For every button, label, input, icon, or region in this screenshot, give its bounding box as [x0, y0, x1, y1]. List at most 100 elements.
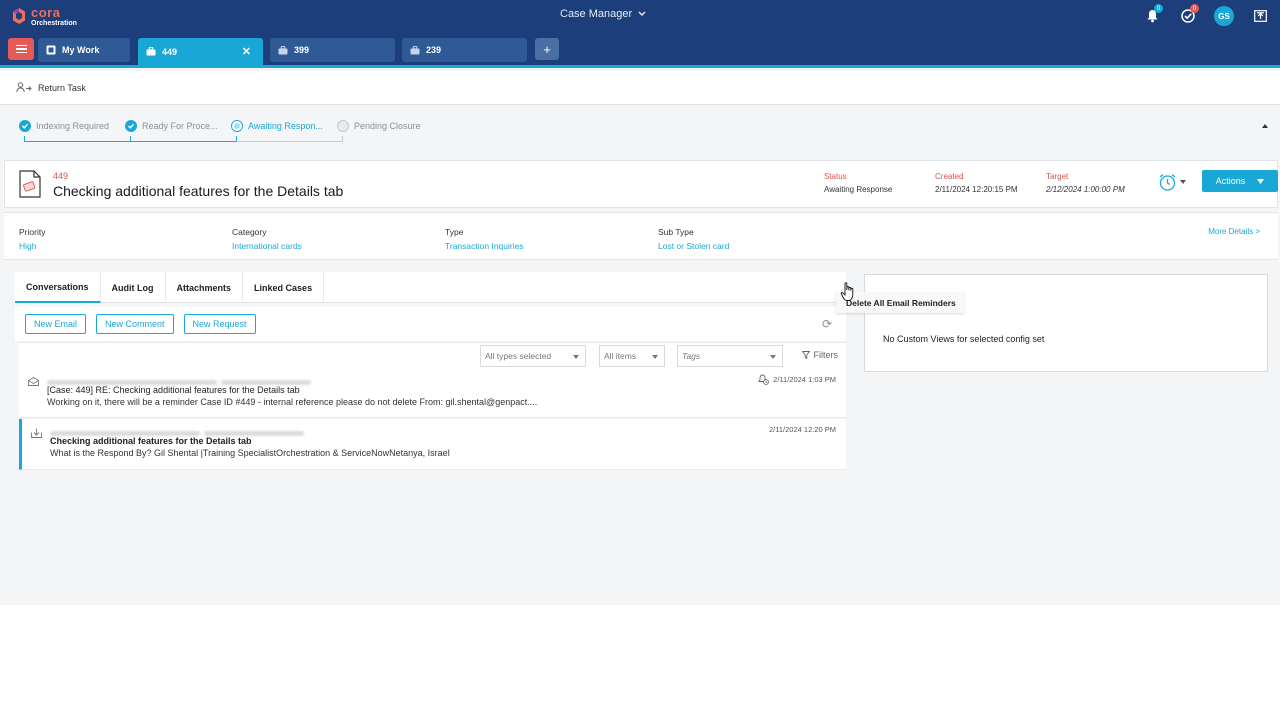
- subtype-label: Sub Type: [658, 227, 694, 237]
- tab-attachments[interactable]: Attachments: [166, 272, 244, 303]
- items-filter-select[interactable]: All items: [599, 345, 665, 367]
- conversation-toolbar: New Email New Comment New Request ⟳: [15, 307, 846, 341]
- sla-timer-button[interactable]: [1158, 173, 1186, 191]
- tab-case-239[interactable]: 239: [402, 38, 527, 62]
- upload-box-icon: [1253, 10, 1267, 22]
- status-stepper: Indexing Required Ready For Proce... Awa…: [0, 106, 1280, 158]
- status-value: Awaiting Response: [824, 185, 893, 194]
- alarm-clock-icon: [1159, 174, 1176, 191]
- inbox-tray-icon: [31, 428, 42, 440]
- type-field: Type Transaction Inquiries: [445, 227, 524, 251]
- step-awaiting-response[interactable]: Awaiting Respon...: [231, 120, 323, 132]
- step-indexing-required[interactable]: Indexing Required: [19, 120, 109, 132]
- empty-state-text: No Custom Views for selected config set: [883, 334, 1045, 344]
- add-tab-button[interactable]: +: [535, 38, 559, 60]
- app-window: cora Orchestration Case Manager 0 0 GS M…: [0, 0, 1280, 605]
- type-value: Transaction Inquiries: [445, 241, 524, 251]
- subtype-field: Sub Type Lost or Stolen card: [658, 227, 729, 251]
- actions-button[interactable]: Actions: [1202, 170, 1278, 192]
- message-preview: Working on it, there will be a reminder …: [47, 397, 538, 407]
- reminder-icon: [758, 374, 770, 385]
- items-filter-value: All items: [604, 351, 637, 361]
- step-label: Indexing Required: [36, 121, 110, 131]
- notifications-button[interactable]: 0: [1140, 4, 1164, 28]
- priority-label: Priority: [19, 227, 46, 237]
- export-button[interactable]: [1248, 4, 1272, 28]
- inbox-icon: [46, 45, 56, 55]
- logo[interactable]: cora Orchestration: [12, 4, 77, 28]
- types-filter-select[interactable]: All types selected: [480, 345, 586, 367]
- app-title: Case Manager: [560, 8, 633, 20]
- collapse-caret-icon[interactable]: [1262, 124, 1268, 128]
- briefcase-icon: [410, 45, 420, 54]
- message-subject: Checking additional features for the Det…: [50, 436, 252, 446]
- caret-down-icon: [1257, 178, 1265, 184]
- step-connector: [130, 136, 237, 142]
- filter-row: All types selected All items Tags Filter…: [19, 342, 846, 368]
- chevron-down-icon: [638, 11, 646, 16]
- filter-icon: [801, 351, 810, 359]
- logo-subtitle: Orchestration: [31, 19, 77, 27]
- user-menu[interactable]: GS: [1212, 4, 1236, 28]
- case-header: 449 Checking additional features for the…: [4, 160, 1278, 208]
- target-value: 2/12/2024 1:00:00 PM: [1046, 185, 1125, 194]
- type-label: Type: [445, 227, 464, 237]
- step-ready-for-processing[interactable]: Ready For Proce...: [125, 120, 218, 132]
- refresh-icon[interactable]: ⟳: [822, 317, 832, 331]
- new-comment-button[interactable]: New Comment: [96, 314, 174, 334]
- briefcase-icon: [146, 47, 156, 56]
- list-item[interactable]: [Case: 449] RE: Checking additional feat…: [19, 368, 846, 418]
- app-switcher[interactable]: Case Manager: [560, 8, 646, 20]
- case-status: Status Awaiting Response: [824, 172, 892, 194]
- category-value: International cards: [232, 241, 302, 251]
- step-label: Ready For Proce...: [142, 121, 218, 131]
- email-open-icon: [28, 376, 39, 388]
- category-label: Category: [232, 227, 267, 237]
- list-item[interactable]: Checking additional features for the Det…: [19, 419, 846, 470]
- step-pending-closure[interactable]: Pending Closure: [337, 120, 421, 132]
- return-task-bar: Return Task: [0, 71, 1280, 105]
- tab-conversations[interactable]: Conversations: [15, 272, 101, 303]
- hamburger-menu-button[interactable]: [8, 38, 34, 60]
- status-label: Status: [824, 172, 847, 181]
- conversations-panel: Conversations Audit Log Attachments Link…: [15, 272, 846, 472]
- return-task-button[interactable]: Return Task: [16, 82, 86, 93]
- new-email-button[interactable]: New Email: [25, 314, 87, 334]
- close-icon[interactable]: ✕: [242, 45, 251, 58]
- notifications-badge: 0: [1154, 4, 1163, 13]
- case-tabs-bar: My Work 449 ✕ 399 239 +: [0, 32, 1280, 68]
- category-field: Category International cards: [232, 227, 302, 251]
- case-title: Checking additional features for the Det…: [53, 183, 344, 199]
- tab-case-399[interactable]: 399: [270, 38, 395, 62]
- panel-tabs: Conversations Audit Log Attachments Link…: [15, 272, 846, 303]
- logo-wordmark: cora: [31, 4, 61, 20]
- caret-down-icon: [1180, 180, 1186, 184]
- created-value: 2/11/2024 12:20:15 PM: [935, 185, 1018, 194]
- briefcase-icon: [278, 45, 288, 54]
- custom-views-panel: No Custom Views for selected config set: [864, 274, 1268, 372]
- new-request-button[interactable]: New Request: [183, 314, 256, 334]
- case-target: Target 2/12/2024 1:00:00 PM: [1046, 172, 1125, 194]
- tasks-button[interactable]: 0: [1176, 4, 1200, 28]
- tasks-badge: 0: [1190, 4, 1199, 13]
- tab-label: 449: [162, 46, 178, 57]
- message-time: 2/11/2024 12:20 PM: [769, 425, 836, 434]
- logo-icon: [13, 8, 25, 24]
- tab-linked-cases[interactable]: Linked Cases: [243, 272, 325, 303]
- actions-label: Actions: [1215, 176, 1246, 186]
- tags-filter-input[interactable]: Tags: [677, 345, 783, 367]
- case-created: Created 2/11/2024 12:20:15 PM: [935, 172, 1018, 194]
- tab-audit-log[interactable]: Audit Log: [101, 272, 166, 303]
- types-filter-value: All types selected: [485, 351, 552, 361]
- tab-label: 399: [294, 45, 310, 55]
- more-details-link[interactable]: More Details >: [1208, 227, 1260, 236]
- step-connector: [236, 136, 343, 142]
- message-time: 2/11/2024 1:03 PM: [758, 374, 836, 385]
- step-label: Awaiting Respon...: [248, 121, 323, 131]
- tab-my-work[interactable]: My Work: [38, 38, 130, 62]
- filters-button[interactable]: Filters: [801, 350, 838, 360]
- tab-case-449[interactable]: 449 ✕: [138, 38, 263, 65]
- check-icon: [19, 120, 31, 132]
- message-time-text: 2/11/2024 1:03 PM: [773, 375, 836, 384]
- avatar: GS: [1214, 6, 1234, 26]
